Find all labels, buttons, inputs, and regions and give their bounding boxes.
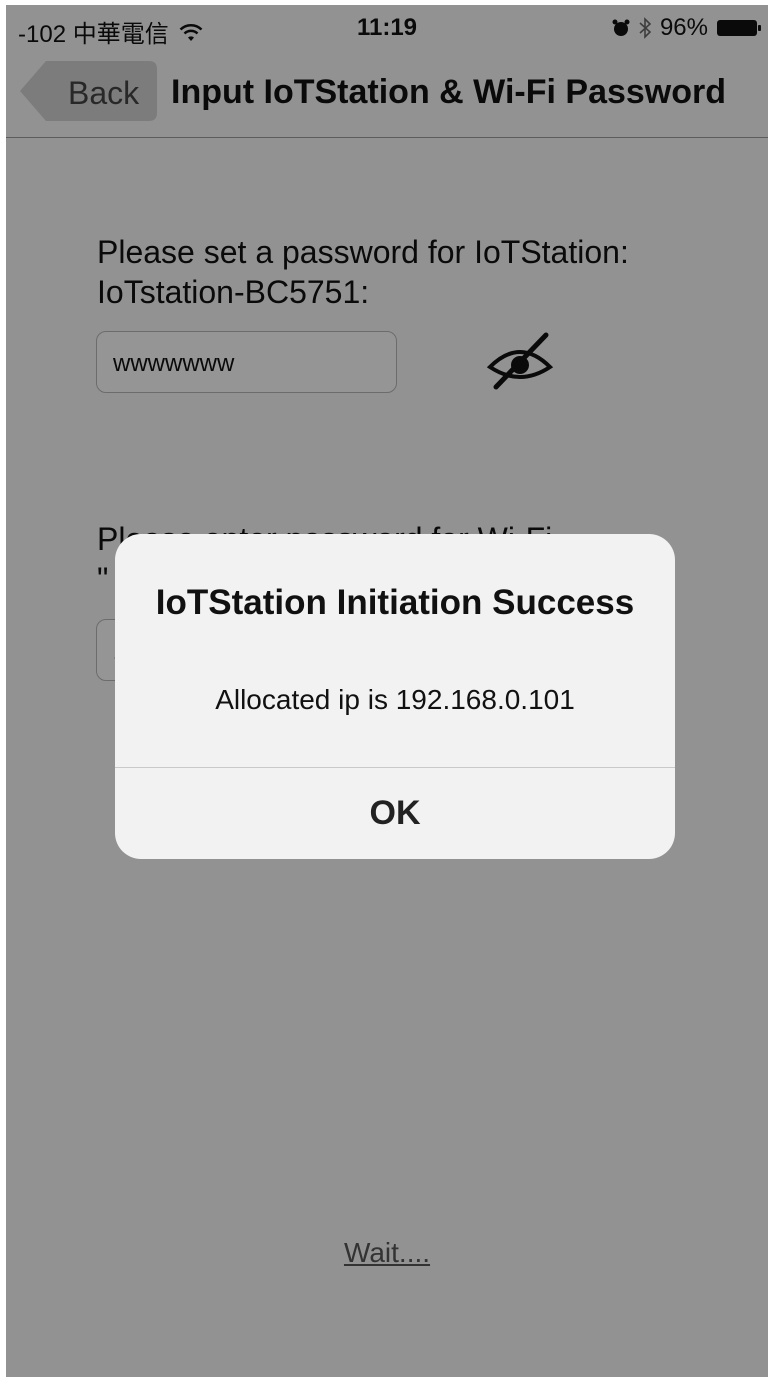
app-screen: -102 中華電信 11:19 96% Back Input IoTStatio… (6, 5, 768, 1377)
alert-message: Allocated ip is 192.168.0.101 (215, 684, 575, 715)
alert-title: IoTStation Initiation Success (155, 583, 635, 622)
success-alert-dialog: IoTStation Initiation Success Allocated … (115, 534, 675, 859)
ok-button[interactable]: OK (115, 768, 675, 859)
